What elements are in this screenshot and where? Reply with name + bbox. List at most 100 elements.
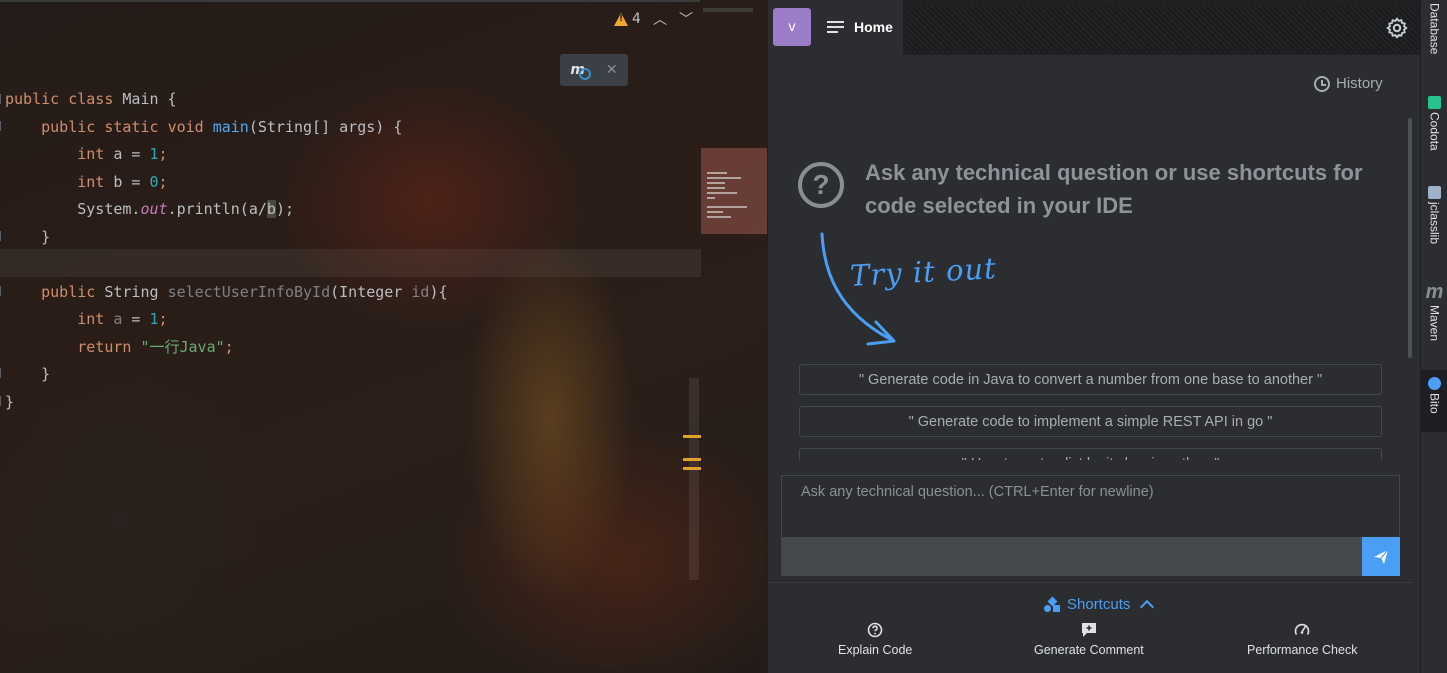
question-icon: ? [798,162,844,208]
warning-stripe[interactable] [683,435,701,438]
bito-panel: v Home History ? Ask any technical quest… [767,0,1426,673]
history-icon [1314,75,1330,92]
jclasslib-icon [1428,186,1441,199]
warning-stripe[interactable] [683,467,701,470]
menu-icon[interactable] [827,21,844,36]
code-line[interactable]: return "一行Java"; [5,334,448,362]
code-token: .println(a/ [167,200,267,218]
question-input[interactable] [782,476,1399,536]
code-token: public [5,90,69,108]
editor-scrollbar[interactable] [689,378,699,580]
source-code[interactable]: public class Main { public static void m… [5,86,448,416]
code-token: return [77,337,141,356]
tool-window-label: Database [1427,3,1442,55]
code-token: id [411,282,430,301]
mybatis-generator-icon[interactable]: m [570,62,591,80]
code-token: ; [224,337,234,356]
close-icon[interactable]: ✕ [606,62,618,78]
code-token: ); [275,200,294,218]
code-token: void [167,117,213,136]
floating-toolbar: m ✕ [560,54,628,86]
suggestion-button[interactable]: " How to sort a dict by its key in pytho… [799,448,1382,460]
code-token: 1 [149,310,159,328]
warning-icon [614,12,628,26]
composer-footer [782,537,1362,576]
tab-home[interactable]: v Home [768,0,903,55]
code-token: } [5,392,15,411]
editor-tab-strip [0,0,700,2]
tool-window-jclasslib[interactable]: jclasslib [1421,186,1447,244]
code-line[interactable]: int a = 1; [5,306,448,334]
code-token: ; [158,172,168,191]
tool-window-maven[interactable]: m Maven [1421,282,1447,341]
code-token: public [41,117,105,136]
code-token: (String[] args) { [248,117,403,136]
shortcuts-toggle[interactable]: Shortcuts [1044,596,1155,615]
warning-stripe[interactable] [683,458,701,461]
history-label: History [1336,75,1383,92]
bito-icon [1428,377,1441,390]
previous-highlight-icon[interactable]: ︿ [653,9,667,29]
code-token: int [77,145,114,163]
code-token: static [104,117,168,136]
code-line[interactable]: public static void main(String[] args) { [5,114,448,142]
panel-header: v Home [768,0,1426,55]
code-line[interactable]: } [5,389,448,417]
code-token: } [5,227,51,246]
tool-window-codota[interactable]: Codota [1421,96,1447,151]
code-token: out [140,200,168,218]
code-token: 0 [149,172,159,191]
code-line[interactable]: } [5,224,448,252]
code-editor[interactable]: 4 ︿ ﹀ m ✕ public class Main { public sta… [0,0,767,673]
code-line[interactable]: System.out.println(a/b); [5,196,448,224]
tool-window-bito[interactable]: Bito [1421,370,1447,432]
code-line[interactable]: public class Main { [5,86,448,114]
tool-window-label: Codota [1427,112,1442,151]
code-line[interactable]: int a = 1; [5,141,448,169]
code-token: public [41,282,105,301]
send-button[interactable] [1362,537,1400,576]
code-token: Main { [122,90,177,108]
performance-check-button[interactable]: Performance Check [1247,622,1357,657]
inspection-widget[interactable]: 4 [614,11,641,27]
gauge-icon [1294,623,1310,635]
code-token: } [5,365,51,383]
code-token: selectUserInfoById [167,282,331,301]
code-line[interactable]: int b = 0; [5,169,448,197]
question-composer [781,475,1400,576]
tool-window-label: Bito [1427,393,1442,414]
generate-comment-button[interactable]: Generate Comment [1034,622,1144,657]
tool-window-database[interactable]: Database [1421,0,1447,54]
tool-window-label: jclasslib [1427,202,1442,245]
shapes-icon [1044,596,1061,612]
tab-strip-edge [703,8,753,12]
suggestion-button[interactable]: " Generate code to implement a simple RE… [799,406,1382,437]
try-it-out-label: Try it out [849,251,998,293]
panel-scrollbar[interactable] [1408,118,1412,358]
history-button[interactable]: History [1314,75,1383,92]
warning-count: 4 [632,11,641,27]
code-token: ){ [429,282,448,301]
code-minimap[interactable] [701,148,767,234]
next-highlight-icon[interactable]: ﹀ [679,9,693,29]
code-token: "一行Java" [140,337,225,356]
empty-state-heading: Ask any technical question or use shortc… [865,160,1363,218]
avatar[interactable]: v [773,8,811,46]
code-line[interactable]: } [5,361,448,389]
code-token: System. [5,200,141,218]
gear-icon[interactable] [1385,16,1409,40]
suggestion-button[interactable]: " Generate code in Java to convert a num… [799,364,1382,395]
code-token: b [266,200,276,218]
codota-icon [1428,96,1441,109]
code-token: = [122,310,150,328]
chevron-up-icon [1140,599,1155,615]
tool-window-label: Maven [1427,305,1442,342]
explain-code-button[interactable]: Explain Code [838,622,912,657]
code-line[interactable]: public String selectUserInfoById(Integer… [5,279,448,307]
code-line[interactable] [5,251,448,279]
performance-check-label: Performance Check [1247,643,1358,657]
